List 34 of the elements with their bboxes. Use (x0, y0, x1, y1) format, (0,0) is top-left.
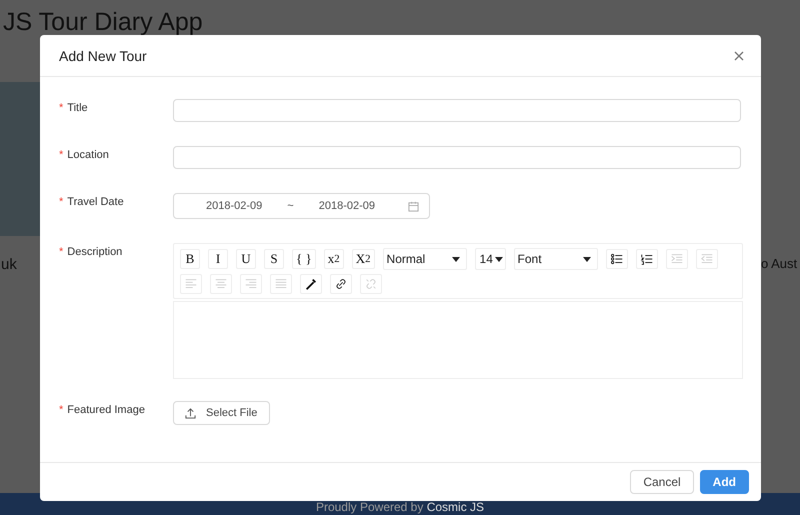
footer-text: Proudly Powered by Cosmic JS (316, 500, 484, 515)
cancel-button[interactable]: Cancel (630, 470, 694, 494)
toolbar-dropdown[interactable]: Normal (382, 248, 467, 270)
close-icon[interactable] (733, 50, 745, 62)
modal-title: Add New Tour (59, 48, 147, 64)
field-label: * Travel Date (59, 196, 124, 208)
text-input-field[interactable] (173, 146, 741, 169)
upload-icon (185, 408, 196, 418)
caret-icon (452, 256, 460, 262)
caret-icon (582, 256, 591, 262)
field-label: * Location (59, 149, 109, 161)
card-title: uk (1, 256, 18, 273)
caret-icon (494, 256, 503, 262)
text-input-field[interactable] (173, 99, 741, 122)
format-button[interactable]: B (180, 249, 200, 269)
format-button[interactable]: S (264, 249, 284, 269)
link-icon[interactable] (330, 274, 352, 294)
field-label: * Description (59, 246, 122, 258)
format-button[interactable]: { } (292, 249, 316, 269)
format-button[interactable]: U (236, 249, 256, 269)
footer-link[interactable]: Cosmic JS (426, 500, 484, 514)
toolbar-dropdown[interactable]: Font (514, 248, 598, 270)
numbered-list-icon[interactable] (636, 249, 658, 269)
format-button[interactable]: I (208, 249, 228, 269)
calendar-icon (408, 200, 419, 212)
date-range-field[interactable]: 2018-02-09 ~ 2018-02-09 (173, 193, 430, 219)
eyedropper-icon[interactable] (300, 274, 322, 294)
card-title: o Aust (761, 256, 798, 271)
select-file-button[interactable]: Select File (173, 401, 270, 425)
bulleted-list-icon[interactable] (606, 249, 628, 269)
field-label: * Featured Image (59, 404, 145, 416)
field-label: * Title (59, 102, 88, 114)
toolbar-dropdown[interactable]: 14 (474, 248, 506, 270)
app-title: JS Tour Diary App (3, 8, 203, 37)
